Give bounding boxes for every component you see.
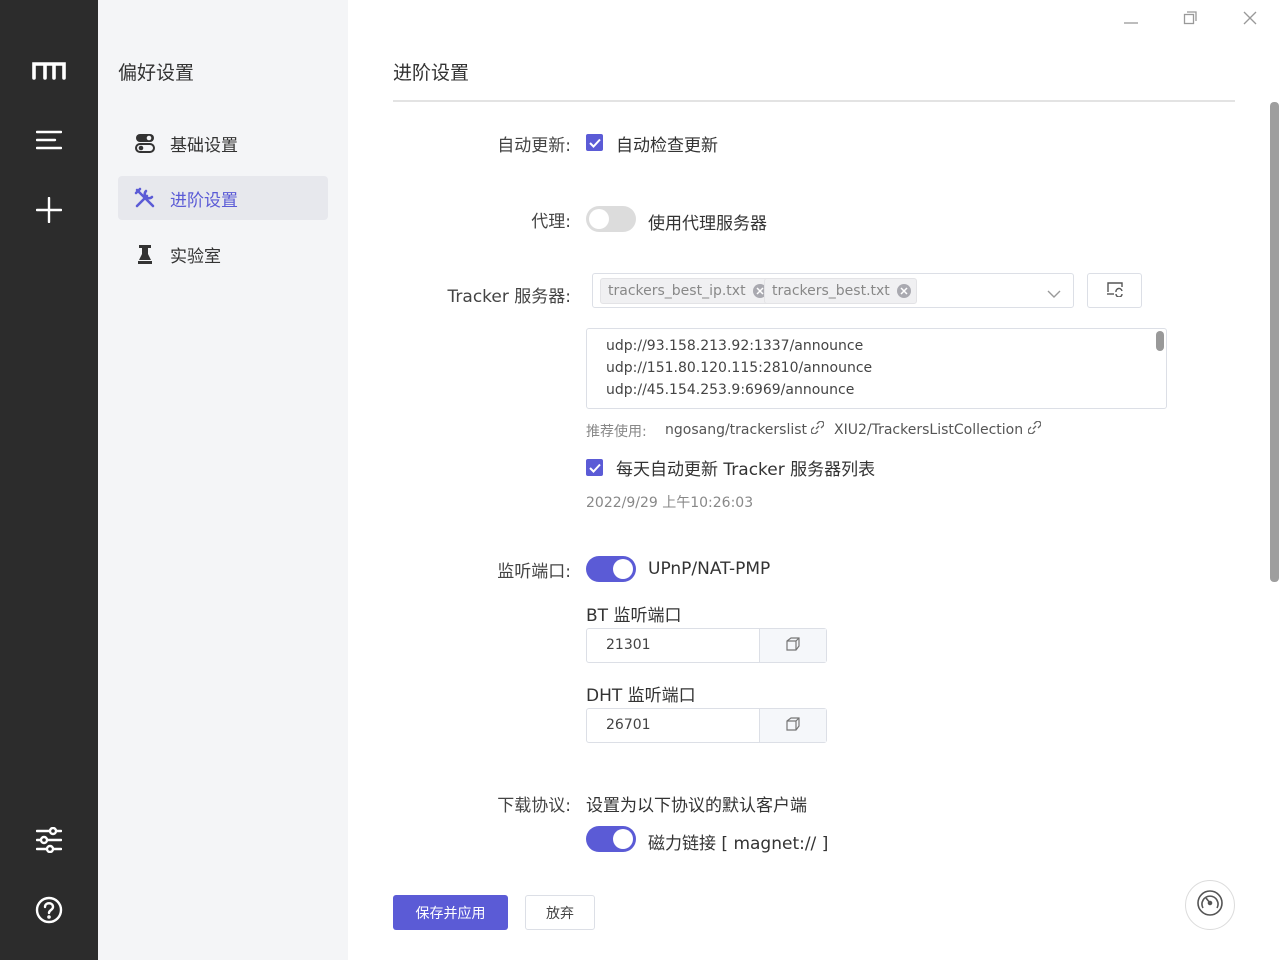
- tracker-tag: trackers_best.txt: [764, 278, 917, 304]
- nav-item-advanced[interactable]: 进阶设置: [118, 176, 328, 220]
- random-port-button[interactable]: [759, 629, 826, 662]
- logo-icon[interactable]: [29, 50, 69, 90]
- sync-icon: [1106, 281, 1124, 301]
- recommend-label: 推荐使用:: [586, 424, 647, 440]
- auto-update-checkbox[interactable]: [586, 134, 603, 151]
- upnp-switch[interactable]: [586, 556, 636, 582]
- bt-port-label: BT 监听端口: [586, 606, 682, 626]
- speedometer-icon: [1195, 888, 1225, 922]
- dice-icon: [785, 636, 801, 656]
- link-icon: [1027, 420, 1042, 438]
- link-ngosang-trackerslist[interactable]: ngosang/trackerslist: [665, 420, 825, 438]
- nav-item-label: 基础设置: [170, 135, 238, 156]
- auto-sync-tracker-checkbox[interactable]: [586, 459, 603, 476]
- dht-port-label: DHT 监听端口: [586, 686, 696, 706]
- last-sync-time: 2022/9/29 上午10:26:03: [586, 495, 754, 511]
- chevron-down-icon[interactable]: [1047, 284, 1061, 303]
- proxy-label: 代理:: [531, 212, 571, 232]
- dht-port-input[interactable]: 26701: [586, 708, 827, 743]
- preferences-title: 偏好设置: [118, 62, 195, 84]
- page-title: 进阶设置: [393, 62, 470, 84]
- discard-button[interactable]: 放弃: [525, 895, 595, 930]
- plus-icon[interactable]: [29, 190, 69, 230]
- menu-icon[interactable]: [29, 120, 69, 160]
- protocol-label: 下载协议:: [497, 796, 571, 816]
- close-icon[interactable]: [1238, 6, 1262, 30]
- tools-icon: [132, 187, 158, 209]
- dht-port-value[interactable]: 26701: [606, 717, 651, 733]
- flask-icon: [132, 243, 158, 265]
- link-icon: [811, 420, 825, 438]
- auto-sync-tracker-label[interactable]: 每天自动更新 Tracker 服务器列表: [616, 455, 875, 480]
- proxy-switch[interactable]: [586, 206, 636, 232]
- auto-update-label: 自动更新:: [497, 136, 571, 156]
- toggle-icon: [132, 132, 158, 154]
- tracker-label: Tracker 服务器:: [447, 287, 571, 307]
- tracker-tag: trackers_best_ip.txt: [600, 278, 773, 304]
- nav-item-lab[interactable]: 实验室: [118, 232, 328, 276]
- page-scrollbar[interactable]: [1270, 102, 1279, 582]
- upnp-switch-label: UPnP/NAT-PMP: [648, 559, 771, 579]
- tag-remove-icon[interactable]: [896, 284, 911, 298]
- port-label: 监听端口:: [497, 562, 571, 582]
- tracker-source-select[interactable]: trackers_best_ip.txt trackers_best.txt: [592, 273, 1074, 308]
- link-xiu2-trackerslistcollection[interactable]: XIU2/TrackersListCollection: [834, 420, 1042, 438]
- sync-tracker-button[interactable]: [1087, 273, 1142, 308]
- proxy-switch-label: 使用代理服务器: [648, 214, 767, 234]
- nav-item-basic[interactable]: 基础设置: [118, 121, 328, 165]
- title-divider: [393, 100, 1235, 102]
- magnet-switch[interactable]: [586, 826, 636, 852]
- auto-update-checkbox-label[interactable]: 自动检查更新: [616, 131, 718, 156]
- tracker-list-textarea[interactable]: udp://93.158.213.92:1337/announce udp://…: [586, 328, 1167, 409]
- bt-port-input[interactable]: 21301: [586, 628, 827, 663]
- dice-icon: [785, 716, 801, 736]
- app-rail: [0, 0, 98, 960]
- bt-port-value[interactable]: 21301: [606, 637, 651, 653]
- sliders-icon[interactable]: [29, 820, 69, 860]
- speedometer-button[interactable]: [1185, 880, 1235, 930]
- magnet-switch-label: 磁力链接 [ magnet:// ]: [648, 834, 829, 854]
- help-icon[interactable]: [29, 890, 69, 930]
- preferences-sidebar: 偏好设置 基础设置 进阶设置 实验室: [98, 0, 348, 960]
- textarea-scrollbar[interactable]: [1156, 331, 1164, 351]
- nav-item-label: 进阶设置: [170, 190, 238, 211]
- tracker-line: udp://45.154.253.9:6969/announce: [606, 382, 855, 398]
- random-port-button[interactable]: [759, 709, 826, 742]
- save-apply-button[interactable]: 保存并应用: [393, 895, 508, 930]
- tracker-line: udp://151.80.120.115:2810/announce: [606, 360, 873, 376]
- protocol-description: 设置为以下协议的默认客户端: [586, 796, 807, 816]
- tracker-line: udp://93.158.213.92:1337/announce: [606, 338, 864, 354]
- advanced-settings-panel: 进阶设置 自动更新: 自动检查更新 代理: 使用代理服务器 Tracker 服务…: [393, 0, 1235, 960]
- nav-item-label: 实验室: [170, 246, 221, 267]
